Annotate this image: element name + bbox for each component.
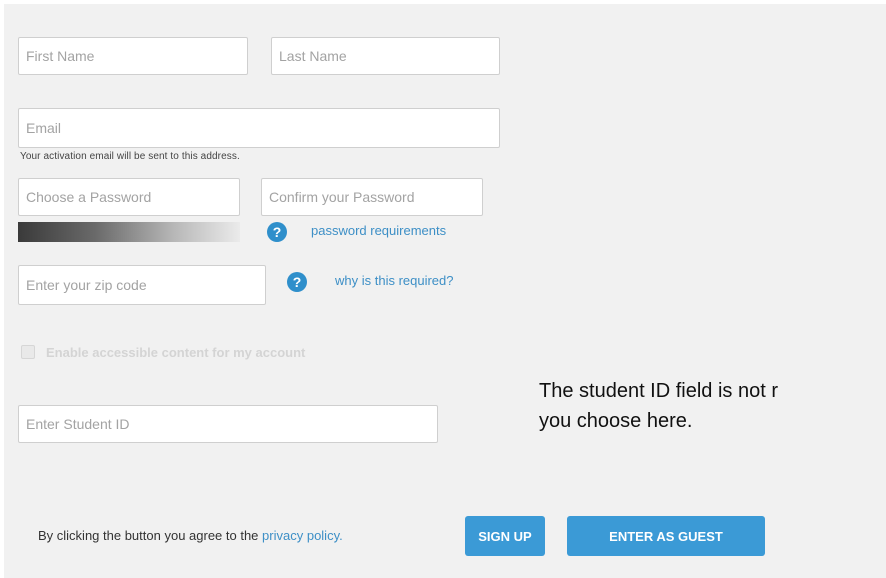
- first-name-input[interactable]: [18, 37, 248, 75]
- enter-as-guest-button[interactable]: ENTER AS GUEST: [567, 516, 765, 556]
- why-required-link[interactable]: why is this required?: [335, 273, 454, 288]
- privacy-policy-link[interactable]: privacy policy.: [262, 528, 343, 543]
- zip-code-input[interactable]: [18, 265, 266, 305]
- password-strength-meter: [18, 222, 240, 242]
- student-id-input[interactable]: [18, 405, 438, 443]
- help-icon[interactable]: ?: [287, 272, 307, 292]
- last-name-input[interactable]: [271, 37, 500, 75]
- accessible-content-checkbox[interactable]: [21, 345, 35, 359]
- accessible-content-label: Enable accessible content for my account: [46, 345, 306, 360]
- help-icon[interactable]: ?: [267, 222, 287, 242]
- password-input[interactable]: [18, 178, 240, 216]
- confirm-password-input[interactable]: [261, 178, 483, 216]
- signup-form-panel: Your activation email will be sent to th…: [4, 4, 886, 578]
- sign-up-button[interactable]: SIGN UP: [465, 516, 545, 556]
- student-id-annotation: The student ID field is not r you choose…: [539, 380, 779, 432]
- email-note: Your activation email will be sent to th…: [20, 151, 240, 162]
- password-requirements-link[interactable]: password requirements: [311, 223, 446, 238]
- agree-text: By clicking the button you agree to the …: [38, 528, 343, 543]
- agree-statement: By clicking the button you agree to the: [38, 528, 259, 543]
- email-input[interactable]: [18, 108, 500, 148]
